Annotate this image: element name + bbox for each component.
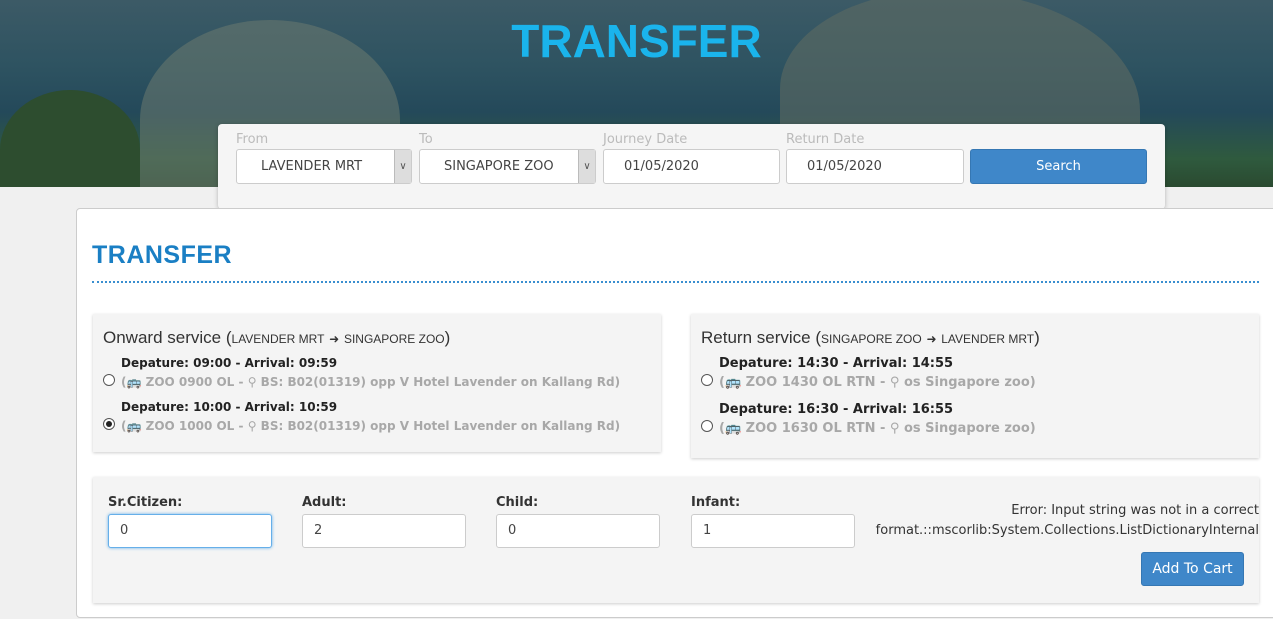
bus-icon: 🚌 xyxy=(126,375,142,389)
from-value: LAVENDER MRT xyxy=(261,159,363,174)
to-select[interactable]: SINGAPORE ZOO ∨ xyxy=(419,149,596,184)
add-to-cart-button[interactable]: Add To Cart xyxy=(1141,552,1244,586)
transfer-panel: TRANSFER Onward service (LAVENDER MRT ➜ … xyxy=(76,208,1273,618)
search-panel: From LAVENDER MRT ∨ To SINGAPORE ZOO ∨ Jou… xyxy=(218,124,1165,209)
page-title: TRANSFER xyxy=(92,241,233,269)
infant-input[interactable]: 1 xyxy=(691,514,855,548)
to-label: To xyxy=(419,132,433,147)
sr-citizen-label: Sr.Citizen: xyxy=(108,495,183,510)
onward-radio-selected[interactable] xyxy=(103,418,115,430)
chevron-down-icon[interactable]: ∨ xyxy=(394,150,411,183)
banner-title: TRANSFER xyxy=(511,15,762,67)
return-title: Return service (SINGAPORE ZOO ➜ LAVENDER… xyxy=(701,328,1040,347)
journey-date-field: Journey Date 01/05/2020 xyxy=(603,132,780,184)
journey-date-input[interactable]: 01/05/2020 xyxy=(603,149,780,184)
to-field: To SINGAPORE ZOO ∨ xyxy=(419,132,596,184)
map-marker-icon: ⚲ xyxy=(889,375,900,390)
journey-date-label: Journey Date xyxy=(603,132,688,147)
bus-icon: 🚌 xyxy=(126,419,142,433)
child-input[interactable]: 0 xyxy=(496,514,660,548)
return-option[interactable]: Depature: 16:30 - Arrival: 16:55 (🚌 ZOO … xyxy=(701,400,1249,438)
arrow-right-icon: ➜ xyxy=(926,332,937,346)
onward-radio[interactable] xyxy=(103,374,115,386)
map-marker-icon: ⚲ xyxy=(889,421,900,436)
adult-field: Adult: 2 xyxy=(302,495,466,548)
child-label: Child: xyxy=(496,495,539,510)
from-field: From LAVENDER MRT ∨ xyxy=(236,132,412,184)
option-times: Depature: 09:00 - Arrival: 09:59 xyxy=(121,356,338,370)
arrow-right-icon: ➜ xyxy=(329,332,340,346)
error-message: Error: Input string was not in a correct… xyxy=(875,503,1259,538)
sr-citizen-field: Sr.Citizen: 0 xyxy=(108,495,272,548)
return-radio[interactable] xyxy=(701,374,713,386)
infant-label: Infant: xyxy=(691,495,741,510)
infant-field: Infant: 1 xyxy=(691,495,855,548)
map-marker-icon: ⚲ xyxy=(247,375,257,389)
to-value: SINGAPORE ZOO xyxy=(444,159,554,174)
onward-title: Onward service (LAVENDER MRT ➜ SINGAPORE… xyxy=(103,328,451,347)
bus-icon: 🚌 xyxy=(724,375,742,390)
onward-option[interactable]: Depature: 09:00 - Arrival: 09:59 (🚌 ZOO … xyxy=(103,354,651,392)
option-details: (🚌 ZOO 0900 OL - ⚲ BS: B02(01319) opp V … xyxy=(121,375,621,389)
chevron-down-icon[interactable]: ∨ xyxy=(578,150,595,183)
banner-trees xyxy=(0,90,140,187)
return-radio[interactable] xyxy=(701,420,713,432)
passenger-panel: Sr.Citizen: 0 Adult: 2 Child: 0 Infant: 1 Er… xyxy=(93,477,1259,603)
from-label: From xyxy=(236,132,269,147)
return-date-field: Return Date 01/05/2020 xyxy=(786,132,964,184)
option-times: Depature: 10:00 - Arrival: 10:59 xyxy=(121,400,338,414)
return-service: Return service (SINGAPORE ZOO ➜ LAVENDER… xyxy=(691,314,1259,458)
divider xyxy=(92,281,1259,283)
option-times: Depature: 16:30 - Arrival: 16:55 xyxy=(719,402,954,417)
sr-citizen-input[interactable]: 0 xyxy=(108,514,272,548)
return-option[interactable]: Depature: 14:30 - Arrival: 14:55 (🚌 ZOO … xyxy=(701,354,1249,392)
child-field: Child: 0 xyxy=(496,495,660,548)
from-select[interactable]: LAVENDER MRT ∨ xyxy=(236,149,412,184)
map-marker-icon: ⚲ xyxy=(247,419,257,433)
adult-input[interactable]: 2 xyxy=(302,514,466,548)
bus-icon: 🚌 xyxy=(724,421,742,436)
option-times: Depature: 14:30 - Arrival: 14:55 xyxy=(719,356,954,371)
return-date-label: Return Date xyxy=(786,132,865,147)
option-details: (🚌 ZOO 1630 OL RTN - ⚲ os Singapore zoo) xyxy=(719,421,1036,436)
search-button[interactable]: Search xyxy=(970,149,1147,184)
option-details: (🚌 ZOO 1000 OL - ⚲ BS: B02(01319) opp V … xyxy=(121,419,621,433)
option-details: (🚌 ZOO 1430 OL RTN - ⚲ os Singapore zoo) xyxy=(719,375,1036,390)
adult-label: Adult: xyxy=(302,495,347,510)
onward-service: Onward service (LAVENDER MRT ➜ SINGAPORE… xyxy=(93,314,661,452)
onward-option[interactable]: Depature: 10:00 - Arrival: 10:59 (🚌 ZOO … xyxy=(103,398,651,436)
return-date-input[interactable]: 01/05/2020 xyxy=(786,149,964,184)
